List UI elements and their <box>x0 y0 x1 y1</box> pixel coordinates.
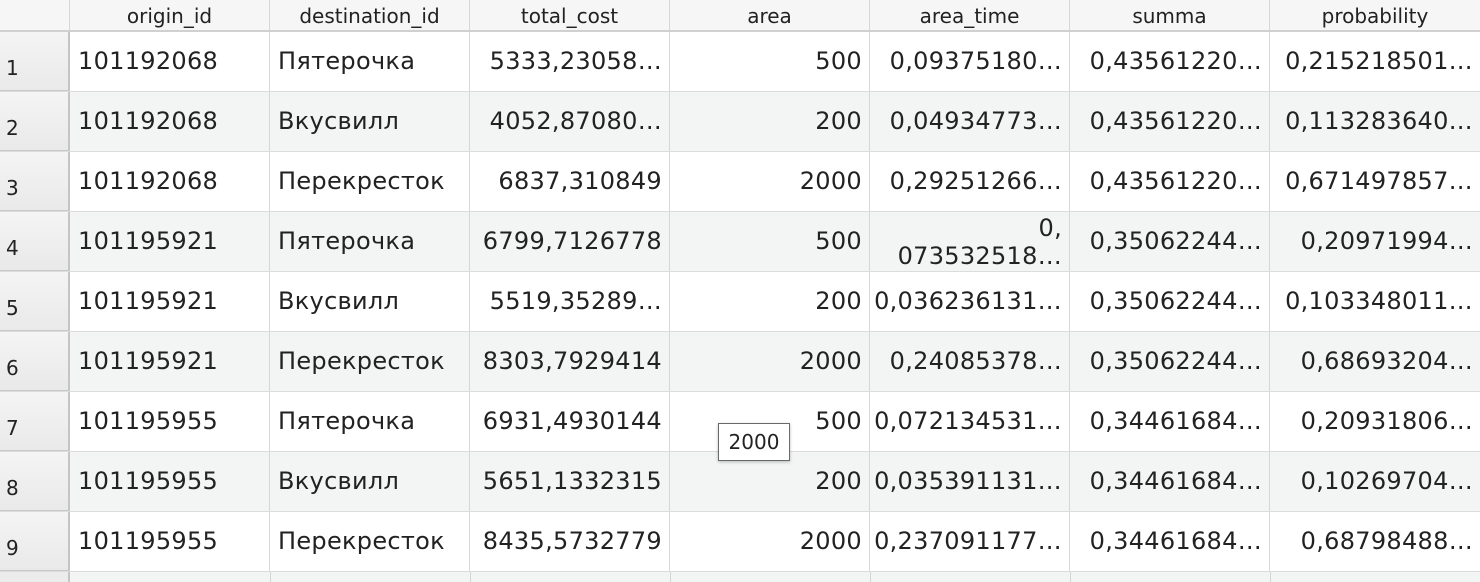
cell-summa[interactable]: 0,34461684… <box>1070 452 1270 511</box>
cell-destination-id[interactable]: Пятерочка <box>270 212 470 271</box>
cell-area-time[interactable]: 0,29251266… <box>870 152 1070 211</box>
cell-probability[interactable]: 0,103348011… <box>1270 272 1480 331</box>
cell-area-time[interactable]: 0,035391131… <box>870 452 1070 511</box>
cell-total-cost[interactable]: 5333,23058… <box>470 32 670 91</box>
cell-probability[interactable]: 0,113283640… <box>1270 92 1480 151</box>
table-row[interactable]: 1 101192068 Пятерочка 5333,23058… 500 0,… <box>0 32 1480 92</box>
value-tooltip: 2000 <box>718 423 790 461</box>
cell-total-cost[interactable]: 5651,1332315 <box>470 452 670 511</box>
cell-origin-id[interactable]: 101192068 <box>70 92 270 151</box>
column-separator <box>1070 572 1071 582</box>
column-header-origin-id[interactable]: origin_id <box>70 0 270 30</box>
cell-destination-id[interactable]: Вкусвилл <box>270 452 470 511</box>
cell-total-cost[interactable]: 4052,87080… <box>470 92 670 151</box>
attribute-table[interactable]: origin_id destination_id total_cost area… <box>0 0 1480 582</box>
cell-origin-id[interactable]: 101195921 <box>70 212 270 271</box>
cell-probability[interactable]: 0,10269704… <box>1270 452 1480 511</box>
column-separator <box>870 572 871 582</box>
table-row[interactable]: 4 101195921 Пятерочка 6799,7126778 500 0… <box>0 212 1480 272</box>
column-separator <box>1270 572 1271 582</box>
column-header-row: origin_id destination_id total_cost area… <box>0 0 1480 32</box>
cell-area-time-line-1: 0, <box>1038 214 1062 242</box>
row-header[interactable]: 7 <box>0 392 70 451</box>
cell-summa[interactable]: 0,34461684… <box>1070 392 1270 451</box>
cell-destination-id[interactable]: Перекресток <box>270 332 470 391</box>
cell-area[interactable]: 2000 <box>670 152 870 211</box>
table-row[interactable]: 6 101195921 Перекресток 8303,7929414 200… <box>0 332 1480 392</box>
row-header[interactable]: 1 <box>0 32 70 91</box>
cell-total-cost[interactable]: 8303,7929414 <box>470 332 670 391</box>
cell-total-cost[interactable]: 6799,7126778 <box>470 212 670 271</box>
cell-summa[interactable]: 0,43561220… <box>1070 152 1270 211</box>
row-header[interactable]: 8 <box>0 452 70 511</box>
cell-area[interactable]: 500 <box>670 32 870 91</box>
column-separator <box>270 572 271 582</box>
cell-destination-id[interactable]: Пятерочка <box>270 32 470 91</box>
row-header[interactable]: 6 <box>0 332 70 391</box>
cell-area-time[interactable]: 0,24085378… <box>870 332 1070 391</box>
cell-area-time[interactable]: 0,072134531… <box>870 392 1070 451</box>
table-row[interactable]: 9 101195955 Перекресток 8435,5732779 200… <box>0 512 1480 572</box>
column-separator <box>670 572 671 582</box>
cell-summa[interactable]: 0,35062244… <box>1070 332 1270 391</box>
cell-origin-id[interactable]: 101192068 <box>70 32 270 91</box>
cell-origin-id[interactable]: 101195921 <box>70 272 270 331</box>
cell-area-time-line-2: 073532518… <box>897 242 1062 270</box>
cell-probability[interactable]: 0,68693204… <box>1270 332 1480 391</box>
cell-probability[interactable]: 0,20931806… <box>1270 392 1480 451</box>
cell-destination-id[interactable]: Перекресток <box>270 512 470 571</box>
table-row[interactable]: 5 101195921 Вкусвилл 5519,35289… 200 0,0… <box>0 272 1480 332</box>
column-header-probability[interactable]: probability <box>1270 0 1480 30</box>
cell-area-time[interactable]: 0, 073532518… <box>870 212 1070 271</box>
cell-probability[interactable]: 0,215218501… <box>1270 32 1480 91</box>
row-header[interactable]: 9 <box>0 512 70 571</box>
cell-total-cost[interactable]: 8435,5732779 <box>470 512 670 571</box>
cell-area-time[interactable]: 0,237091177… <box>870 512 1070 571</box>
cell-probability[interactable]: 0,671497857… <box>1270 152 1480 211</box>
cell-area-time[interactable]: 0,036236131… <box>870 272 1070 331</box>
table-row[interactable]: 8 101195955 Вкусвилл 5651,1332315 200 0,… <box>0 452 1480 512</box>
cell-area-time[interactable]: 0,04934773… <box>870 92 1070 151</box>
cell-summa[interactable]: 0,35062244… <box>1070 272 1270 331</box>
column-header-destination-id[interactable]: destination_id <box>270 0 470 30</box>
cell-area-time[interactable]: 0,09375180… <box>870 32 1070 91</box>
cell-total-cost[interactable]: 6837,310849 <box>470 152 670 211</box>
column-separator <box>470 572 471 582</box>
cell-destination-id[interactable]: Вкусвилл <box>270 272 470 331</box>
table-row[interactable]: 3 101192068 Перекресток 6837,310849 2000… <box>0 152 1480 212</box>
cell-total-cost[interactable]: 5519,35289… <box>470 272 670 331</box>
table-row-partial[interactable] <box>0 572 1480 582</box>
cell-origin-id[interactable]: 101192068 <box>70 152 270 211</box>
cell-area[interactable]: 500 <box>670 212 870 271</box>
cell-area[interactable]: 2000 <box>670 512 870 571</box>
row-header[interactable]: 3 <box>0 152 70 211</box>
cell-area[interactable]: 200 <box>670 92 870 151</box>
cell-destination-id[interactable]: Пятерочка <box>270 392 470 451</box>
cell-origin-id[interactable]: 101195955 <box>70 392 270 451</box>
cell-origin-id[interactable]: 101195955 <box>70 452 270 511</box>
row-header[interactable]: 2 <box>0 92 70 151</box>
cell-origin-id[interactable]: 101195955 <box>70 512 270 571</box>
column-header-area-time[interactable]: area_time <box>870 0 1070 30</box>
cell-origin-id[interactable]: 101195921 <box>70 332 270 391</box>
row-header[interactable]: 5 <box>0 272 70 331</box>
cell-area[interactable]: 200 <box>670 272 870 331</box>
cell-summa[interactable]: 0,35062244… <box>1070 212 1270 271</box>
cell-destination-id[interactable]: Вкусвилл <box>270 92 470 151</box>
row-header[interactable]: 4 <box>0 212 70 271</box>
cell-probability[interactable]: 0,68798488… <box>1270 512 1480 571</box>
cell-total-cost[interactable]: 6931,4930144 <box>470 392 670 451</box>
cell-area[interactable]: 2000 <box>670 332 870 391</box>
cell-summa[interactable]: 0,43561220… <box>1070 32 1270 91</box>
row-header-partial[interactable] <box>0 572 70 582</box>
cell-probability[interactable]: 0,20971994… <box>1270 212 1480 271</box>
corner-header[interactable] <box>0 0 70 30</box>
column-header-summa[interactable]: summa <box>1070 0 1270 30</box>
cell-destination-id[interactable]: Перекресток <box>270 152 470 211</box>
table-row[interactable]: 2 101192068 Вкусвилл 4052,87080… 200 0,0… <box>0 92 1480 152</box>
column-header-area[interactable]: area <box>670 0 870 30</box>
cell-summa[interactable]: 0,43561220… <box>1070 92 1270 151</box>
cell-summa[interactable]: 0,34461684… <box>1070 512 1270 571</box>
column-header-total-cost[interactable]: total_cost <box>470 0 670 30</box>
